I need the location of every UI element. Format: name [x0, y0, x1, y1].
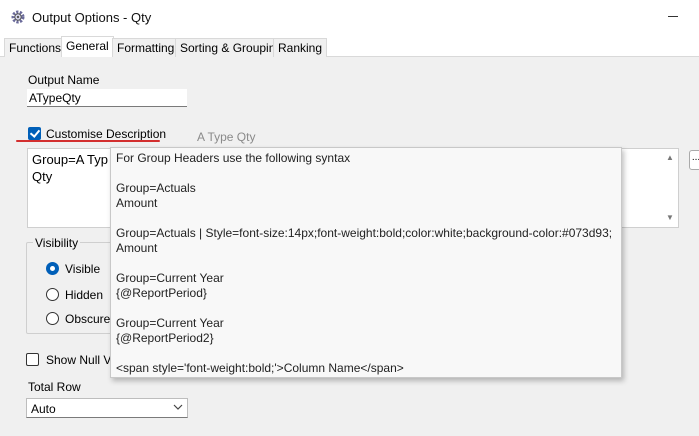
tooltip-line: {@ReportPeriod} [116, 286, 207, 300]
customise-description-label[interactable]: Customise Description [46, 127, 166, 141]
total-row-label: Total Row [28, 380, 81, 394]
scroll-up-icon[interactable]: ▲ [664, 153, 676, 163]
hidden-label[interactable]: Hidden [65, 288, 103, 302]
tooltip-line: Group=Current Year [116, 271, 224, 285]
tooltip-line: Group=Actuals [116, 181, 196, 195]
tab-general[interactable]: General [61, 36, 114, 58]
chevron-down-icon [173, 404, 183, 410]
output-name-label: Output Name [28, 73, 100, 87]
tooltip-line: Amount [116, 241, 158, 255]
hidden-radio[interactable] [46, 288, 59, 301]
obscured-radio[interactable] [46, 312, 59, 325]
show-null-checkbox[interactable] [26, 353, 39, 366]
ellipsis-button[interactable]: ... [689, 150, 699, 170]
tab-ranking[interactable]: Ranking [273, 38, 328, 57]
highlight-underline [16, 140, 160, 142]
tab-strip: Functions General Formatting Sorting & G… [0, 36, 699, 58]
total-row-value: Auto [31, 402, 56, 416]
description-preview: A Type Qty [197, 130, 256, 144]
minimize-button[interactable] [660, 8, 696, 26]
window-title: Output Options - Qty [32, 10, 152, 25]
output-name-input[interactable]: ATypeQty [27, 89, 187, 107]
description-text: Group=A Typ Qty [32, 152, 109, 184]
scroll-down-icon[interactable]: ▼ [664, 213, 676, 223]
visibility-title: Visibility [33, 236, 81, 250]
syntax-tooltip: For Group Headers use the following synt… [110, 147, 622, 378]
total-row-select[interactable]: Auto [26, 398, 188, 418]
visible-label[interactable]: Visible [65, 262, 100, 276]
show-null-label[interactable]: Show Null Va [46, 353, 117, 367]
tab-sorting-grouping[interactable]: Sorting & Grouping [175, 38, 288, 57]
visible-radio[interactable] [46, 262, 59, 275]
tooltip-line: Amount [116, 196, 158, 210]
tooltip-line: For Group Headers use the following synt… [116, 151, 351, 165]
gear-icon [11, 10, 25, 24]
tooltip-line: Group=Current Year [116, 316, 224, 330]
title-bar: Output Options - Qty [0, 0, 699, 34]
tooltip-line: Group=Actuals | Style=font-size:14px;fon… [116, 226, 613, 240]
tab-functions[interactable]: Functions [4, 38, 67, 57]
tooltip-line: <span style='font-weight:bold;'>Column N… [116, 361, 404, 375]
tooltip-line: {@ReportPeriod2} [116, 331, 214, 345]
customise-description-checkbox[interactable] [28, 127, 41, 140]
tab-formatting[interactable]: Formatting [112, 38, 180, 57]
